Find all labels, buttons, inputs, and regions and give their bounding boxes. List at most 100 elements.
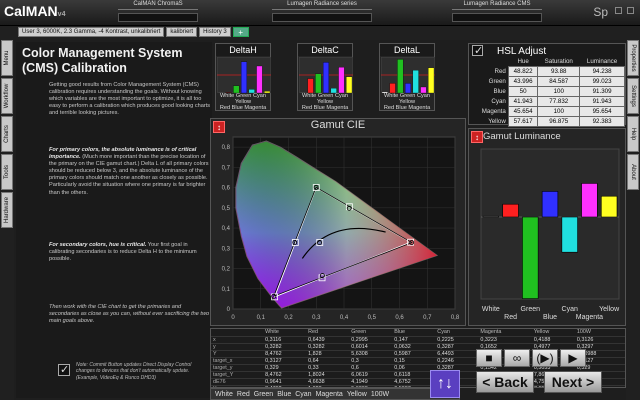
device-display[interactable]: Lumagen Radiance CMS [452, 1, 542, 10]
patch-yellow[interactable]: Yellow [347, 391, 367, 398]
add-tab-button[interactable]: + [232, 27, 249, 37]
tab-history3[interactable]: History 3 [199, 27, 231, 37]
stop-button[interactable]: ■ [476, 349, 502, 367]
table-cell: 0,3282 [263, 342, 307, 350]
loop-button[interactable]: ∞ [504, 349, 530, 367]
swap-button[interactable]: ↑↓ [430, 370, 460, 398]
table-cell: 1,828 [306, 349, 350, 357]
sponsor-text: Sp [593, 5, 608, 19]
hsl-col-hue: Hue [517, 58, 529, 66]
hsl-yellow-hue[interactable]: 57.617 [507, 115, 539, 127]
hsl-green-sat[interactable]: 84.587 [537, 75, 581, 87]
patch-green[interactable]: Green [254, 391, 273, 398]
luminance-expand-button[interactable]: ↕ [471, 131, 483, 143]
hsl-title: HSL Adjust [497, 46, 547, 57]
delta-bar [412, 70, 419, 93]
hsl-cyan-lum[interactable]: 91.943 [579, 95, 625, 107]
table-header-cell: Blue [394, 329, 406, 336]
table-cell: 0,2246 [435, 356, 479, 364]
hsl-row-blue: Blue 50 100 91.309 [469, 85, 625, 97]
hsl-green-lum[interactable]: 99.023 [579, 75, 625, 87]
table-cell: 5,6308 [349, 349, 393, 357]
side-tab-settings[interactable]: Settings [627, 78, 639, 114]
back-button[interactable]: < Back [476, 371, 534, 393]
step-button[interactable]: ▶ [560, 349, 586, 367]
delta-bar [256, 65, 263, 93]
patch-magenta[interactable]: Magenta [316, 391, 343, 398]
side-tab-menu[interactable]: Menu [1, 40, 13, 76]
luminance-label: Magenta [576, 314, 603, 321]
device-display-slot[interactable] [452, 13, 542, 22]
table-cell: 8,4762 [263, 349, 307, 357]
side-tab-about[interactable]: About [627, 154, 639, 190]
patch-selector: White Red Green Blue Cyan Magenta Yellow… [210, 388, 460, 400]
next-button[interactable]: Next > [544, 371, 602, 393]
luminance-bar [541, 191, 559, 218]
device-source[interactable]: Lumagen Radiance series [272, 1, 372, 10]
cie-x-tick: 0,1 [257, 315, 266, 321]
patch-red[interactable]: Red [237, 391, 250, 398]
table-cell: 0,329 [263, 363, 307, 371]
table-cell: 0,3 [349, 356, 393, 364]
device-source-slot[interactable] [272, 13, 372, 22]
measurement-table-header: White Red Green Blue Cyan Magenta Yellow 100W [211, 329, 625, 336]
table-header-cell: Red [308, 329, 319, 336]
secondary-paragraph: For secondary colors, hue is critical. Y… [49, 242, 211, 263]
play-button[interactable]: (▶) [532, 349, 558, 367]
close-button[interactable] [627, 7, 634, 14]
hsl-yellow-lum[interactable]: 92.383 [579, 115, 625, 127]
table-cell: 4,6752 [392, 377, 436, 385]
table-cell: 0,64 [306, 356, 350, 364]
side-tab-workflow[interactable]: Workflow [1, 78, 13, 114]
minimize-button[interactable] [615, 7, 622, 14]
gamut-luminance-chart: ↕ Gamut Luminance White Red Green Blue Cyan M… [468, 128, 626, 326]
luminance-label: Green [521, 306, 541, 313]
hsl-blue-lum[interactable]: 91.309 [579, 85, 625, 97]
hsl-blue-sat[interactable]: 100 [537, 85, 581, 97]
table-cell: 0,9641 [263, 377, 307, 385]
patch-blue[interactable]: Blue [277, 391, 291, 398]
hsl-red-hue[interactable]: 48.822 [507, 65, 539, 77]
hsl-magenta-hue[interactable]: 45.654 [507, 105, 539, 117]
luminance-label: Blue [543, 314, 557, 321]
side-tab-charts[interactable]: Charts [1, 116, 13, 152]
intro-paragraph: Getting good results from Color Manageme… [49, 82, 211, 117]
hsl-cyan-sat[interactable]: 77.832 [537, 95, 581, 107]
hsl-magenta-sat[interactable]: 100 [537, 105, 581, 117]
hsl-yellow-sat[interactable]: 96.875 [537, 115, 581, 127]
table-header-cell: Cyan [437, 329, 450, 336]
hsl-red-sat[interactable]: 93.88 [537, 65, 581, 77]
side-tab-help[interactable]: Help [627, 116, 639, 152]
side-tab-hardware[interactable]: Hardware [1, 192, 13, 228]
table-cell: 0,3223 [478, 335, 532, 343]
hsl-green-hue[interactable]: 43.996 [507, 75, 539, 87]
hsl-blue-hue[interactable]: 50 [507, 85, 539, 97]
luminance-label: Yellow [599, 306, 620, 313]
delta-c-labels: White Green Cyan Yellow Red Blue Magenta [301, 93, 349, 111]
hsl-col-saturation: Saturation [544, 58, 573, 66]
patch-100w[interactable]: 100W [371, 391, 389, 398]
delta-bar [389, 83, 396, 93]
cie-x-tick: 0,8 [451, 315, 460, 321]
tab-workflow-user3[interactable]: User 3, 6000K, 2.3 Gamma, -4 Kontrast, u… [18, 27, 165, 37]
table-header-cell: White [265, 329, 279, 336]
hsl-enable-checkbox[interactable] [472, 44, 483, 57]
patch-cyan[interactable]: Cyan [295, 391, 311, 398]
delta-h-plot [217, 57, 271, 93]
commit-checkbox[interactable] [58, 363, 70, 376]
hsl-red-lum[interactable]: 94.238 [579, 65, 625, 77]
hsl-magenta-lum[interactable]: 95.654 [579, 105, 625, 117]
cie-x-tick: 0 [231, 315, 235, 321]
delta-bar [240, 61, 248, 93]
device-meter[interactable]: CalMAN ChromaS [118, 1, 198, 10]
calman-window: CalMANv4 CalMAN ChromaS Lumagen Radiance… [0, 0, 640, 400]
device-meter-slot[interactable] [118, 13, 198, 22]
hsl-row-yellow: Yellow 57.617 96.875 92.383 [469, 115, 625, 127]
side-tab-properties[interactable]: Properties [627, 40, 639, 76]
table-header-cell: 100W [576, 329, 591, 336]
side-tab-tools[interactable]: Tools [1, 154, 13, 190]
table-cell: 0,147 [392, 335, 436, 343]
tab-kalibriert[interactable]: kalibriert [166, 27, 198, 37]
patch-white[interactable]: White [215, 391, 233, 398]
hsl-cyan-hue[interactable]: 41.943 [507, 95, 539, 107]
